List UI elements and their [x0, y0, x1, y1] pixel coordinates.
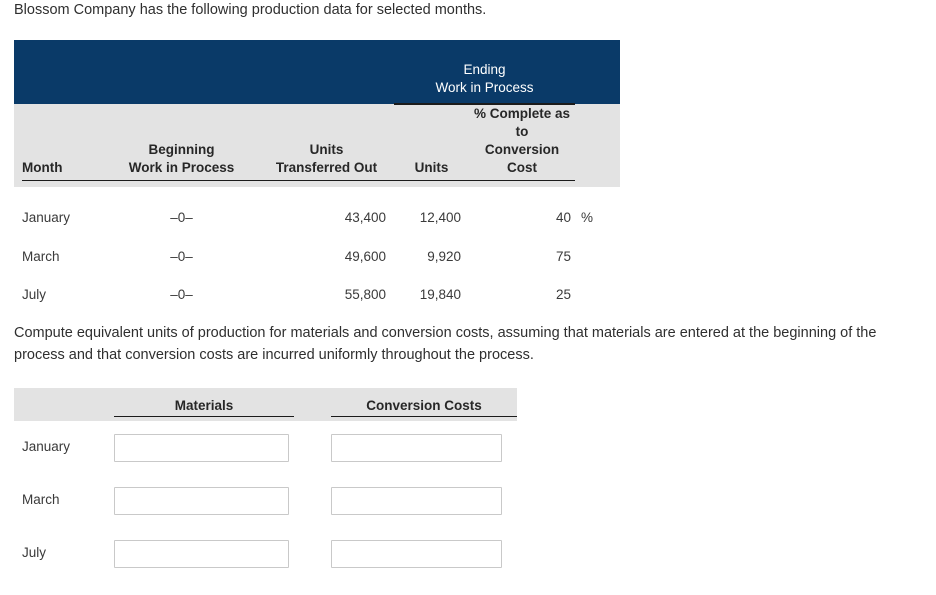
answer-row-label-july: July	[22, 545, 47, 560]
table-row: January –0– 43,400 12,400 40 %	[14, 187, 620, 237]
answer-entry-table: Materials Conversion Costs January March…	[14, 388, 517, 580]
table-column-header-row: Month Beginning Work in Process Units Tr…	[14, 104, 620, 187]
cell-pct-symbol-july	[575, 275, 620, 313]
group-header-spacer-1	[14, 40, 104, 104]
column-header-units-transferred-out: Units Transferred Out	[259, 104, 394, 187]
materials-input-january[interactable]	[114, 434, 289, 462]
row-month-march: March	[22, 248, 60, 264]
column-header-month: Month	[14, 104, 104, 187]
group-header-spacer-3	[259, 40, 394, 104]
production-data-table: Ending Work in Process Month Beginning W…	[14, 40, 620, 313]
column-header-units-transferred-line2: Transferred Out	[259, 159, 394, 181]
materials-input-july[interactable]	[114, 540, 289, 568]
answer-row-july: July	[14, 527, 517, 580]
column-header-beginning-wip: Beginning Work in Process	[104, 104, 259, 187]
cell-beginning-wip-july: –0–	[170, 286, 193, 302]
column-header-month-label: Month	[22, 159, 104, 181]
answer-row-label-march: March	[22, 492, 60, 507]
conversion-costs-input-july[interactable]	[331, 540, 502, 568]
intro-text: Blossom Company has the following produc…	[14, 2, 487, 18]
answer-row-label-january: January	[22, 439, 71, 454]
column-header-pct-complete-line1: % Complete as to	[473, 106, 571, 139]
table-row: July –0– 55,800 19,840 25	[14, 275, 620, 313]
conversion-costs-input-march[interactable]	[331, 487, 502, 515]
cell-ending-wip-units-january: 12,400	[419, 209, 461, 225]
materials-input-march[interactable]	[114, 487, 289, 515]
group-header-spacer-4	[575, 40, 620, 104]
column-header-units-transferred-line1: Units	[309, 142, 344, 157]
answer-column-header-conversion-costs: Conversion Costs	[331, 398, 517, 417]
question-text: Compute equivalent units of production f…	[14, 325, 877, 363]
answer-row-january: January	[14, 421, 517, 474]
cell-pct-complete-january: 40	[555, 209, 571, 225]
group-header-ending-wip: Ending Work in Process	[394, 40, 575, 105]
answer-table-header-row: Materials Conversion Costs	[14, 388, 517, 421]
row-month-july: July	[22, 286, 47, 302]
group-header-line-1: Ending	[463, 62, 506, 77]
cell-units-transferred-march: 49,600	[344, 248, 386, 264]
table-group-header-row: Ending Work in Process	[14, 40, 620, 105]
group-header-spacer-2	[104, 40, 259, 104]
cell-beginning-wip-january: –0–	[170, 209, 193, 225]
cell-pct-complete-july: 25	[555, 286, 571, 302]
table-row: March –0– 49,600 9,920 75	[14, 237, 620, 275]
column-header-beginning-wip-line2: Work in Process	[104, 159, 259, 181]
column-header-pct-symbol-spacer	[575, 104, 620, 187]
column-header-ending-wip-units: Units	[394, 104, 469, 187]
column-header-pct-complete-line2: Conversion Cost	[469, 141, 575, 181]
row-month-january: January	[22, 209, 71, 225]
cell-beginning-wip-march: –0–	[170, 248, 193, 264]
column-header-pct-complete: % Complete as to Conversion Cost	[469, 104, 575, 187]
column-header-beginning-wip-line1: Beginning	[148, 142, 215, 157]
answer-row-march: March	[14, 474, 517, 527]
cell-pct-symbol-january: %	[581, 209, 594, 225]
column-header-ending-wip-units-label: Units	[394, 159, 469, 181]
cell-ending-wip-units-march: 9,920	[427, 248, 461, 264]
cell-units-transferred-january: 43,400	[344, 209, 386, 225]
cell-units-transferred-july: 55,800	[344, 286, 386, 302]
answer-column-header-materials: Materials	[114, 398, 294, 417]
conversion-costs-input-january[interactable]	[331, 434, 502, 462]
cell-pct-complete-march: 75	[555, 248, 571, 264]
cell-ending-wip-units-july: 19,840	[419, 286, 461, 302]
group-header-line-2: Work in Process	[435, 80, 534, 95]
cell-pct-symbol-march	[575, 237, 620, 275]
